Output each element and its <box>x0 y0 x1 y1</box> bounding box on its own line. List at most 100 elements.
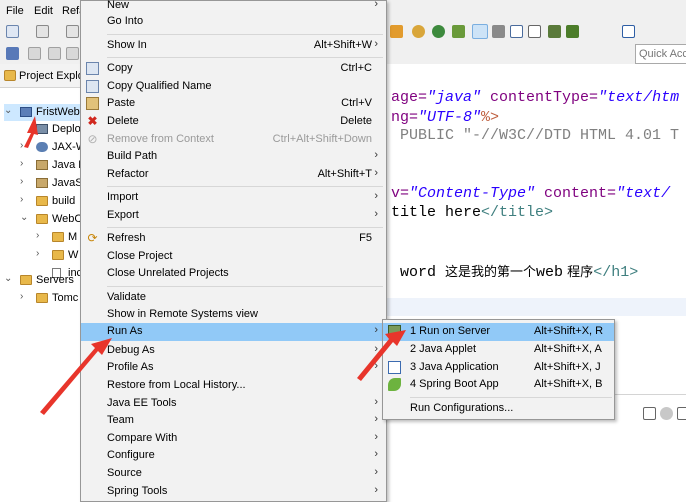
menu-item-configure[interactable]: Configure › <box>81 447 386 464</box>
menu-edit[interactable]: Edit <box>34 5 53 17</box>
chevron-down-icon[interactable]: ⌄ <box>4 273 12 284</box>
tree-javascript[interactable]: › JavaS <box>20 175 85 192</box>
menu-item-profile-as[interactable]: Profile As › <box>81 359 386 376</box>
menu-item-remove-from-context[interactable]: ⊘ Remove from Context Ctrl+Alt+Shift+Dow… <box>81 131 386 148</box>
print-icon[interactable] <box>66 25 79 38</box>
page-icon[interactable] <box>528 25 541 38</box>
tree-deployment[interactable]: Deplo <box>20 121 85 138</box>
menu-item-team[interactable]: Team › <box>81 412 386 429</box>
menu-item-label: Delete <box>107 115 139 127</box>
nav-icon-2[interactable] <box>48 47 61 60</box>
doc-icon[interactable] <box>510 25 523 38</box>
chevron-right-icon[interactable]: › <box>20 158 23 169</box>
folder-icon <box>20 275 32 285</box>
chevron-right-icon[interactable]: › <box>20 176 23 187</box>
menu-item-debug-as[interactable]: Debug As › <box>81 342 386 359</box>
chevron-right-icon[interactable]: › <box>36 248 39 259</box>
explorer-title: Project Explo <box>19 70 84 82</box>
tree-label: FristWeb <box>36 106 80 118</box>
folder-icon <box>36 196 48 206</box>
minimize-icon[interactable] <box>643 407 656 420</box>
code-attr: age= <box>391 89 428 106</box>
menu-item-go-into[interactable]: Go Into <box>81 13 386 30</box>
code-text-cjk: 程序 <box>563 265 594 280</box>
web-project-icon <box>20 107 32 117</box>
chevron-down-icon[interactable]: ⌄ <box>4 105 12 116</box>
menu-item-compare-with[interactable]: Compare With › <box>81 430 386 447</box>
menu-item-export[interactable]: Export › <box>81 207 386 224</box>
tree-label: WebC <box>52 213 83 225</box>
tree-label: M <box>68 231 78 243</box>
code-string: "UTF-8" <box>418 109 482 126</box>
tree-webcontent[interactable]: ⌄ WebC <box>20 211 85 228</box>
submenu-spring-boot-app[interactable]: 4 Spring Boot App Alt+Shift+X, B <box>383 376 614 393</box>
menu-item-import[interactable]: Import › <box>81 189 386 206</box>
menu-item-validate[interactable]: Validate <box>81 289 386 306</box>
tree-jax-ws[interactable]: › JAX-W <box>20 139 86 156</box>
tree-meta-inf[interactable]: › M <box>36 229 85 246</box>
chevron-right-icon[interactable]: › <box>20 194 23 205</box>
menu-item-delete[interactable]: ✖ Delete Delete <box>81 113 386 130</box>
menu-item-close-unrelated[interactable]: Close Unrelated Projects <box>81 265 386 282</box>
menu-item-copy-qualified-name[interactable]: Copy Qualified Name <box>81 78 386 95</box>
submenu-run-on-server[interactable]: 1 Run on Server Alt+Shift+X, R <box>383 323 614 341</box>
menu-item-restore-history[interactable]: Restore from Local History... <box>81 377 386 394</box>
menu-item-refactor[interactable]: Refactor Alt+Shift+T › <box>81 166 386 183</box>
maximize-icon[interactable] <box>677 407 686 420</box>
submenu-java-applet[interactable]: 2 Java Applet Alt+Shift+X, A <box>383 341 614 358</box>
tree-web-inf[interactable]: › W <box>36 247 85 264</box>
tree-servers[interactable]: ⌄ Servers <box>4 272 85 289</box>
chevron-right-icon[interactable]: › <box>20 140 23 151</box>
perspective-icon[interactable] <box>622 25 635 38</box>
nav-icon-3[interactable] <box>66 47 79 60</box>
submenu-shortcut: Alt+Shift+X, R <box>534 325 604 337</box>
menu-item-copy[interactable]: Copy Ctrl+C <box>81 60 386 77</box>
tree-project-fristweb[interactable]: ⌄ FristWeb <box>4 104 85 121</box>
search-icon[interactable] <box>452 25 465 38</box>
menu-item-build-path[interactable]: Build Path › <box>81 148 386 165</box>
tree-build[interactable]: › build <box>20 193 85 210</box>
menu-item-refresh[interactable]: ⟳ Refresh F5 <box>81 230 386 247</box>
link-icon[interactable] <box>6 47 19 60</box>
menu-item-run-as[interactable]: Run As › <box>81 323 386 341</box>
image-icon[interactable] <box>548 25 561 38</box>
menu-separator <box>107 227 383 228</box>
menu-file[interactable]: File <box>6 5 24 17</box>
nav-icon[interactable] <box>28 47 41 60</box>
code-string: "java" <box>427 89 482 106</box>
tree-java-resources[interactable]: › Java R <box>20 157 86 174</box>
gear-icon[interactable] <box>660 407 673 420</box>
tree-tomcat[interactable]: › Tomc <box>20 290 85 307</box>
menu-item-close-project[interactable]: Close Project <box>81 248 386 265</box>
remove-context-icon: ⊘ <box>87 132 98 146</box>
delete-x-icon: ✖ <box>87 114 98 128</box>
menu-item-show-remote[interactable]: Show in Remote Systems view <box>81 306 386 323</box>
code-tag: %> <box>481 109 500 126</box>
code-attr: content= <box>535 185 617 202</box>
new-icon[interactable] <box>6 25 19 38</box>
toggle-icon[interactable] <box>472 24 488 39</box>
menu-item-new[interactable]: New › <box>81 0 386 14</box>
list-icon[interactable] <box>492 25 505 38</box>
menu-item-paste[interactable]: Paste Ctrl+V <box>81 95 386 112</box>
code-doctype: "-//W3C//DTD HTML 4.01 T <box>463 127 680 144</box>
submenu-java-application[interactable]: 3 Java Application Alt+Shift+X, J <box>383 359 614 376</box>
open-type-icon[interactable] <box>412 25 425 38</box>
chevron-right-icon[interactable]: › <box>20 291 23 302</box>
quick-access-input[interactable]: Quick Acce <box>635 44 686 64</box>
globe-icon[interactable] <box>432 25 445 38</box>
menu-item-label: Refactor <box>107 168 149 180</box>
menu-item-show-in[interactable]: Show In Alt+Shift+W › <box>81 37 386 54</box>
servlet-icon[interactable] <box>566 25 579 38</box>
menu-item-spring-tools[interactable]: Spring Tools › <box>81 483 386 500</box>
pencil-icon[interactable] <box>390 25 403 38</box>
chevron-right-icon[interactable]: › <box>36 230 39 241</box>
menu-item-java-ee-tools[interactable]: Java EE Tools › <box>81 395 386 412</box>
chevron-down-icon[interactable]: ⌄ <box>20 212 28 223</box>
code-tag: </title> <box>481 204 554 221</box>
save-icon[interactable] <box>36 25 49 38</box>
code-text: title here <box>391 204 482 221</box>
code-line-5: title here</title> <box>391 204 553 221</box>
submenu-run-configurations[interactable]: Run Configurations... <box>383 400 614 417</box>
menu-item-source[interactable]: Source › <box>81 465 386 482</box>
